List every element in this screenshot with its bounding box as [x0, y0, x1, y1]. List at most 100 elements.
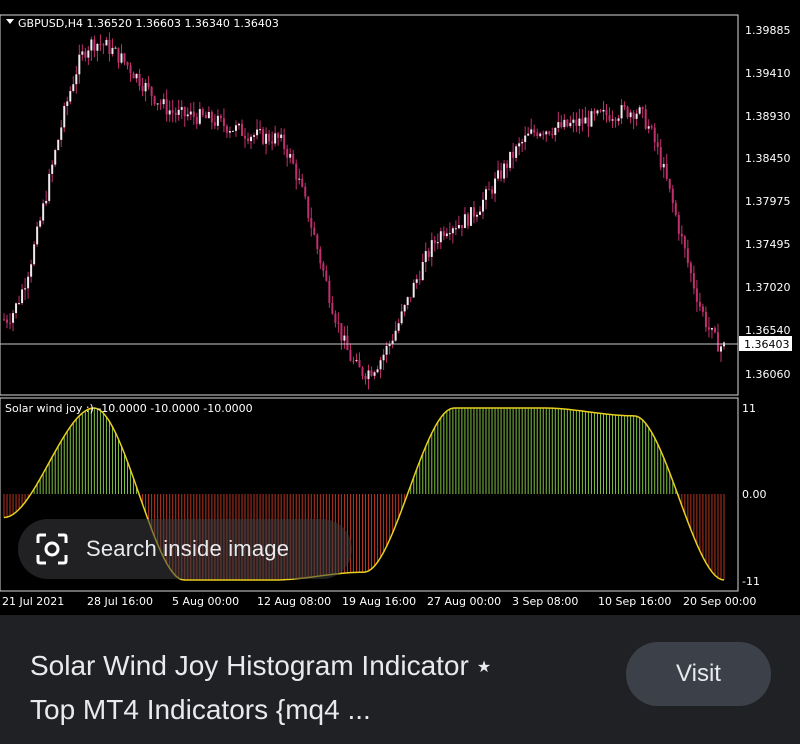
- candle-body: [421, 261, 424, 281]
- candle-body: [135, 73, 138, 79]
- candle-body: [406, 297, 409, 306]
- candles-group: [3, 32, 725, 390]
- indicator-level-label: -11: [742, 575, 760, 588]
- chart-menu-icon[interactable]: [6, 19, 14, 24]
- candle-body: [635, 113, 638, 119]
- candle-body: [331, 302, 334, 314]
- main-chart-frame: [0, 14, 739, 396]
- candle-body: [719, 346, 722, 352]
- candle-body: [680, 233, 683, 237]
- candle-body: [349, 350, 352, 361]
- candle-body: [114, 47, 117, 49]
- candle-body: [192, 111, 195, 117]
- candle-body: [24, 288, 27, 290]
- candle-body: [183, 107, 186, 117]
- candle-body: [195, 116, 198, 124]
- candle-body: [93, 39, 96, 51]
- candle-body: [156, 103, 159, 105]
- candle-body: [530, 129, 533, 134]
- candle-body: [485, 189, 488, 200]
- candle-body: [662, 163, 665, 168]
- price-tick-label: 1.37020: [745, 281, 791, 294]
- candle-body: [219, 115, 222, 119]
- candle-body: [250, 136, 253, 142]
- candle-body: [602, 109, 605, 112]
- indicator-level-label: 11: [742, 402, 756, 415]
- candle-body: [491, 189, 494, 194]
- candle-body: [469, 207, 472, 226]
- candle-body: [72, 84, 75, 92]
- candle-body: [310, 218, 313, 228]
- candle-body: [322, 263, 325, 271]
- price-tick-label: 1.37975: [745, 195, 791, 208]
- candle-body: [385, 345, 388, 355]
- candle-body: [283, 134, 286, 149]
- candle-body: [141, 86, 144, 92]
- candle-body: [120, 53, 123, 63]
- candle-body: [240, 123, 243, 136]
- candle-body: [683, 236, 686, 249]
- candle-body: [488, 189, 491, 191]
- lens-icon: [36, 533, 68, 565]
- candle-body: [439, 231, 442, 243]
- candle-body: [30, 264, 33, 277]
- candle-body: [692, 273, 695, 289]
- price-tick-label: 1.36540: [745, 324, 791, 337]
- current-price-label: 1.36403: [744, 338, 790, 351]
- time-tick-label: 28 Jul 16:00: [87, 595, 153, 608]
- candle-body: [707, 327, 710, 330]
- candle-body: [533, 129, 536, 133]
- candle-body: [268, 133, 271, 142]
- time-tick-label: 3 Sep 08:00: [512, 595, 578, 608]
- candle-body: [225, 126, 228, 133]
- candle-body: [427, 251, 430, 257]
- time-tick-label: 27 Aug 00:00: [427, 595, 501, 608]
- candle-body: [596, 110, 599, 114]
- candle-body: [500, 170, 503, 179]
- candle-body: [81, 51, 84, 55]
- candle-body: [557, 122, 560, 128]
- candle-body: [701, 306, 704, 312]
- candle-body: [641, 107, 644, 110]
- candle-body: [63, 105, 66, 128]
- candle-body: [599, 110, 602, 112]
- candle-body: [569, 122, 572, 127]
- candle-body: [617, 118, 620, 121]
- candle-body: [162, 99, 165, 105]
- candle-body: [126, 62, 129, 66]
- candle-body: [259, 129, 262, 131]
- candle-body: [415, 279, 418, 283]
- candle-body: [358, 360, 361, 368]
- candle-body: [231, 130, 234, 132]
- result-title-line2: Top MT4 Indicators {mq4 ...: [30, 693, 371, 725]
- candle-body: [304, 186, 307, 197]
- candle-body: [51, 164, 54, 174]
- candle-body: [638, 107, 641, 114]
- candle-body: [15, 303, 18, 314]
- candle-body: [186, 114, 189, 117]
- price-tick-label: 1.39410: [745, 67, 791, 80]
- candle-body: [542, 133, 545, 135]
- search-inside-image-label: Search inside image: [86, 536, 290, 561]
- candle-body: [18, 303, 21, 305]
- candle-body: [298, 178, 301, 180]
- candle-body: [138, 73, 141, 87]
- candle-body: [629, 112, 632, 118]
- price-tick-label: 1.36060: [745, 368, 791, 381]
- candle-body: [448, 233, 451, 235]
- candle-body: [274, 133, 277, 144]
- result-title[interactable]: Solar Wind Joy Histogram Indicator ★ Top …: [30, 645, 590, 731]
- candle-body: [280, 134, 283, 138]
- candle-body: [132, 73, 135, 79]
- candle-body: [674, 203, 677, 215]
- visit-button[interactable]: Visit: [626, 642, 771, 706]
- candle-body: [695, 288, 698, 302]
- time-tick-label: 12 Aug 08:00: [257, 595, 331, 608]
- candle-body: [412, 282, 415, 298]
- search-inside-image-button[interactable]: Search inside image: [18, 519, 352, 579]
- candle-body: [418, 279, 421, 281]
- candle-body: [379, 360, 382, 370]
- candle-body: [12, 313, 15, 323]
- result-title-line1: Solar Wind Joy Histogram Indicator: [30, 650, 469, 681]
- candle-body: [45, 200, 48, 204]
